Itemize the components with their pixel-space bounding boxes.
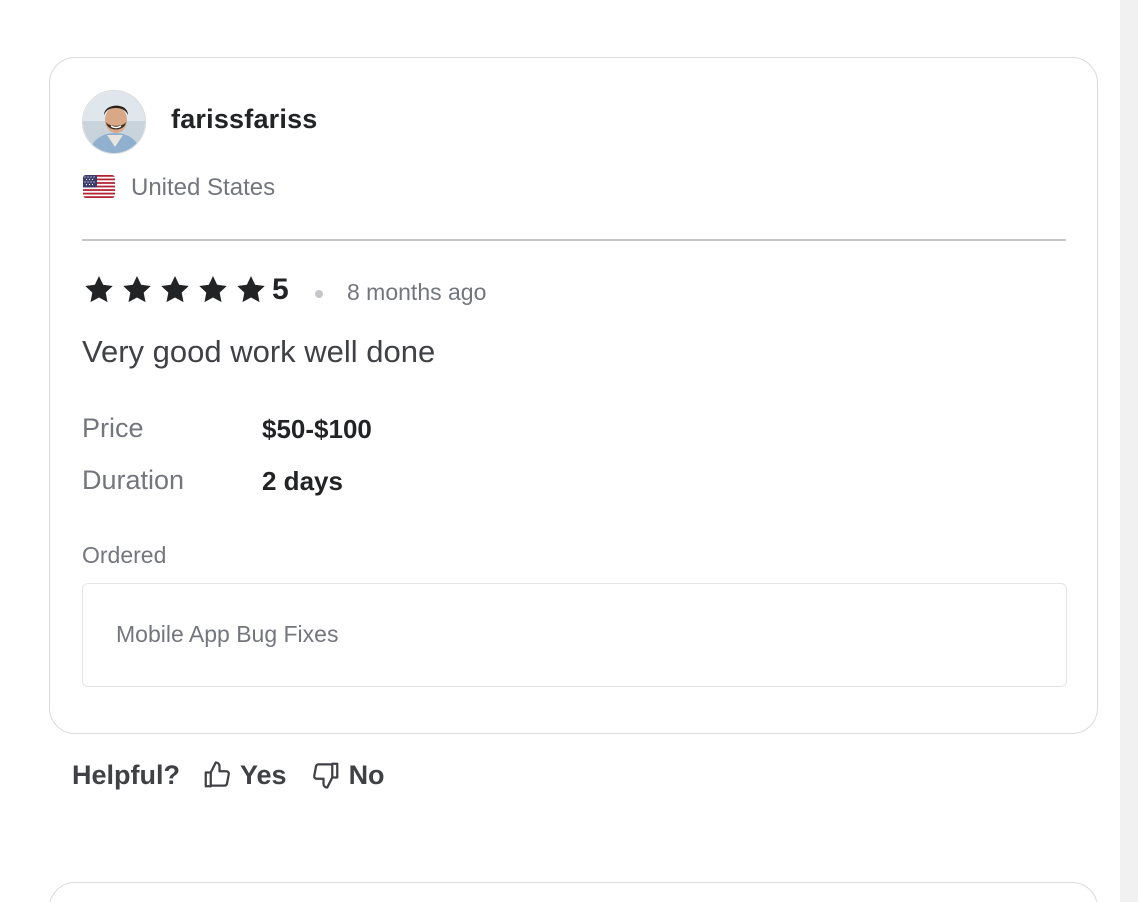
rating-value: 5 xyxy=(272,273,289,306)
dot-separator xyxy=(315,290,323,298)
review-text: Very good work well done xyxy=(82,334,436,369)
helpful-label: Helpful? xyxy=(72,759,180,790)
price-label: Price xyxy=(82,413,144,443)
username[interactable]: farissfariss xyxy=(171,104,318,135)
thumbs-up-icon xyxy=(204,761,230,788)
helpful-yes-button[interactable]: Yes xyxy=(202,760,287,791)
scrollbar[interactable] xyxy=(1120,0,1138,902)
review-card: farissfariss United States 5 8 months ag… xyxy=(49,57,1098,734)
yes-label: Yes xyxy=(240,759,287,790)
avatar[interactable] xyxy=(82,90,146,154)
next-review-card xyxy=(49,882,1098,902)
star-icon xyxy=(161,276,189,303)
ordered-gig-title[interactable]: Mobile App Bug Fixes xyxy=(116,621,338,648)
us-flag-icon xyxy=(83,175,115,198)
price-value: $50-$100 xyxy=(262,414,372,444)
duration-value: 2 days xyxy=(262,466,343,496)
star-icon xyxy=(237,276,265,303)
duration-label: Duration xyxy=(82,465,185,495)
country-name: United States xyxy=(131,174,276,201)
star-rating xyxy=(82,274,268,306)
ordered-label: Ordered xyxy=(82,542,167,568)
helpful-no-button[interactable]: No xyxy=(311,760,385,791)
divider xyxy=(82,239,1066,241)
review-date: 8 months ago xyxy=(347,279,487,305)
helpful-feedback: Helpful? Yes No xyxy=(72,756,409,794)
page: farissfariss United States 5 8 months ag… xyxy=(0,0,1138,902)
star-icon xyxy=(123,276,151,303)
no-label: No xyxy=(348,759,385,790)
thumbs-down-icon xyxy=(312,762,338,789)
star-icon xyxy=(199,276,227,303)
ordered-gig-card[interactable]: Mobile App Bug Fixes xyxy=(82,583,1067,687)
star-icon xyxy=(85,276,113,303)
